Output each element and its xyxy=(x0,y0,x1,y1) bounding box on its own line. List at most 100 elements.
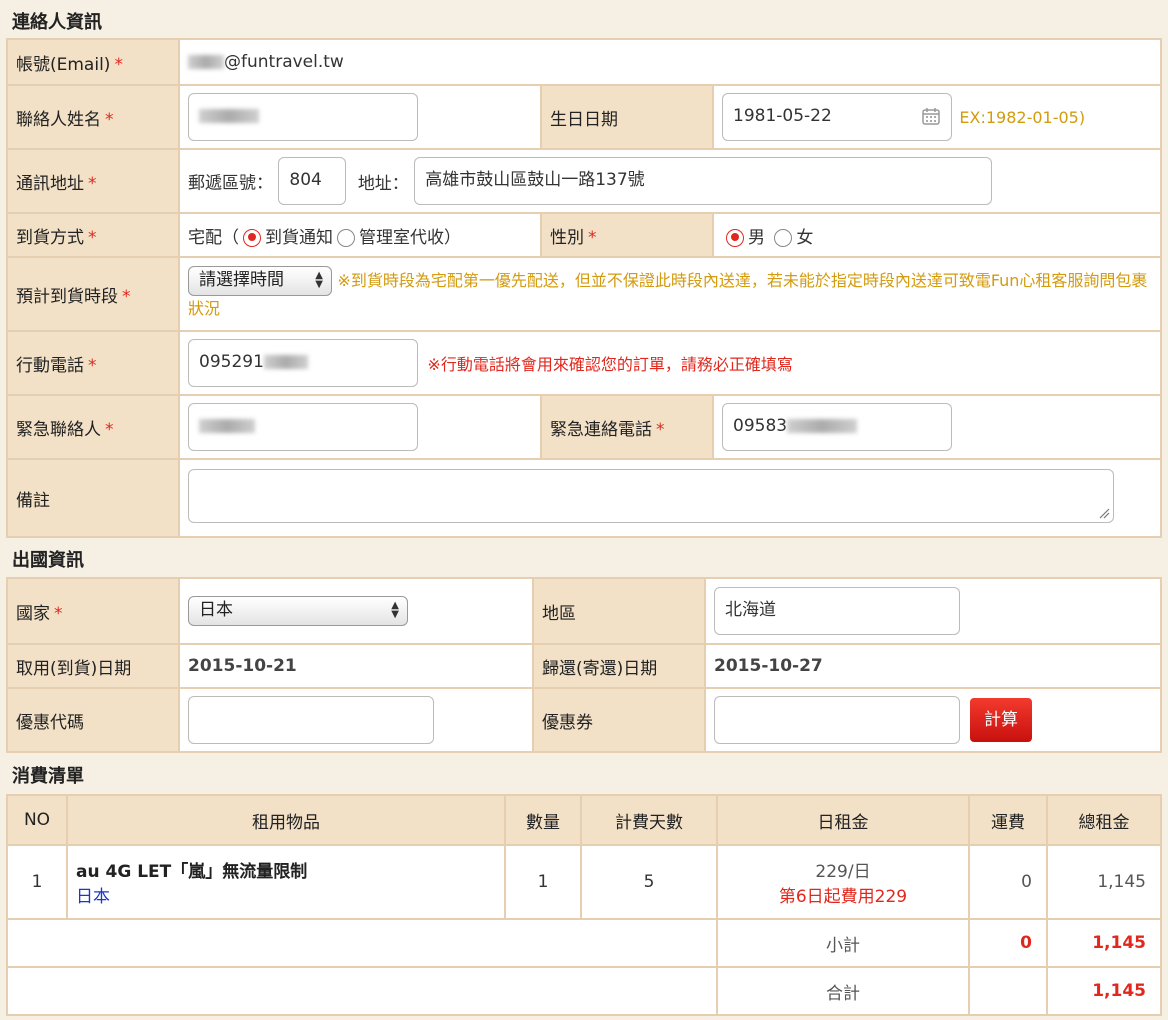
header-daily: 日租金 xyxy=(716,794,970,846)
required-mark: * xyxy=(54,603,63,624)
country-label: 國家 xyxy=(16,603,50,624)
required-mark: * xyxy=(88,355,97,376)
contact-name-input[interactable] xyxy=(188,93,418,141)
delivery-notify-radio[interactable] xyxy=(243,228,261,247)
grand-total-row: 合計 1,145 xyxy=(6,966,1162,1016)
masked-text xyxy=(188,55,224,69)
row-no: 1 xyxy=(6,844,68,920)
travel-section-title: 出國資訊 xyxy=(12,550,84,571)
emergency-phone-value: 09583 xyxy=(733,416,788,436)
address-input[interactable]: 高雄市鼓山區鼓山一路137號 xyxy=(414,157,993,205)
delivery-value-cell: 宅配（ 到貨通知 管理室代收） xyxy=(178,212,542,258)
travel-form-table: 國家 * 日本 ▲ ▼ 地區 北海道 取用(到貨)日期 2015-10-21 歸還(寄… xyxy=(6,577,1162,753)
row-daily-note: 第6日起費用229 xyxy=(778,887,908,907)
gender-female-radio[interactable] xyxy=(774,228,793,247)
required-mark: * xyxy=(105,109,114,130)
required-mark: * xyxy=(122,286,131,307)
contact-section-title: 連絡人資訊 xyxy=(12,12,102,33)
gender-male-label[interactable]: 男 xyxy=(748,228,765,248)
row-qty: 1 xyxy=(504,844,582,920)
address-label-cell: 通訊地址 * xyxy=(6,148,180,214)
required-mark: * xyxy=(105,419,114,440)
mobile-value: 095291 xyxy=(199,352,264,372)
header-days: 計費天數 xyxy=(580,794,718,846)
emergency-phone-label: 緊急連絡電話 xyxy=(550,419,652,440)
row-item-name: au 4G LET「嵐」無流量限制 xyxy=(76,862,308,882)
timeslot-select-value: 請選擇時間 xyxy=(199,270,284,290)
country-value-cell: 日本 ▲ ▼ xyxy=(178,577,534,645)
return-date-value: 2015-10-27 xyxy=(714,656,823,676)
address-label: 通訊地址 xyxy=(16,173,84,194)
birthday-label: 生日日期 xyxy=(550,109,618,130)
delivery-label-cell: 到貨方式 * xyxy=(6,212,180,258)
promo-label-cell: 優惠代碼 xyxy=(6,687,180,753)
zip-label: 郵遞區號： xyxy=(188,173,273,194)
email-label: 帳號(Email) xyxy=(16,54,111,75)
calculate-button[interactable]: 計算 xyxy=(970,698,1032,742)
delivery-notify-label[interactable]: 到貨通知 xyxy=(265,228,333,248)
birthday-value: 1981-05-22 xyxy=(733,106,832,126)
emergency-label-cell: 緊急聯絡人 * xyxy=(6,394,180,460)
emergency-contact-input[interactable] xyxy=(188,403,418,451)
emergency-phone-label-cell: 緊急連絡電話 * xyxy=(540,394,714,460)
email-value: @funtravel.tw xyxy=(224,52,344,72)
birthday-input[interactable]: 1981-05-22 xyxy=(722,93,952,141)
select-arrows-icon: ▲ ▼ xyxy=(391,600,399,620)
emergency-value-cell xyxy=(178,394,542,460)
resize-grip-icon[interactable] xyxy=(1098,507,1110,519)
masked-text xyxy=(199,109,259,123)
delivery-prefix: 宅配（ xyxy=(188,227,239,248)
addr-label: 地址： xyxy=(357,173,409,194)
address-value-cell: 郵遞區號： 804 地址： 高雄市鼓山區鼓山一路137號 xyxy=(178,148,1162,214)
delivery-label: 到貨方式 xyxy=(16,227,84,248)
order-section-title: 消費清單 xyxy=(12,766,84,787)
row-item-cell: au 4G LET「嵐」無流量限制 日本 xyxy=(66,844,506,920)
row-daily-rate: 229/日 xyxy=(815,862,871,882)
name-label: 聯絡人姓名 xyxy=(16,109,101,130)
row-total: 1,145 xyxy=(1046,844,1162,920)
gender-male-radio[interactable] xyxy=(726,228,744,247)
promo-code-input[interactable] xyxy=(188,696,434,744)
pickup-value-cell: 2015-10-21 xyxy=(178,643,534,689)
header-shipping: 運費 xyxy=(968,794,1048,846)
grand-empty-cell xyxy=(6,966,718,1016)
delivery-concierge-label[interactable]: 管理室代收） xyxy=(359,228,461,248)
region-input[interactable]: 北海道 xyxy=(714,587,960,635)
promo-value-cell xyxy=(178,687,534,753)
pickup-label-cell: 取用(到貨)日期 xyxy=(6,643,180,689)
header-no: NO xyxy=(6,794,68,846)
required-mark: * xyxy=(88,227,97,248)
required-mark: * xyxy=(88,173,97,194)
subtotal-empty-cell xyxy=(6,918,718,968)
email-label-cell: 帳號(Email) * xyxy=(6,38,180,86)
select-arrows-icon: ▲ ▼ xyxy=(315,270,323,290)
zip-value: 804 xyxy=(289,170,322,190)
order-header-row: NO 租用物品 數量 計費天數 日租金 運費 總租金 xyxy=(6,794,1162,846)
row-days: 5 xyxy=(580,844,718,920)
country-select-value: 日本 xyxy=(199,600,233,620)
country-select[interactable]: 日本 ▲ ▼ xyxy=(188,596,408,626)
masked-text xyxy=(199,419,255,433)
coupon-input[interactable] xyxy=(714,696,960,744)
mobile-input[interactable]: 095291 xyxy=(188,339,418,387)
grand-shipping-cell xyxy=(968,966,1048,1016)
header-qty: 數量 xyxy=(504,794,582,846)
pickup-date-value: 2015-10-21 xyxy=(188,656,297,676)
order-table: NO 租用物品 數量 計費天數 日租金 運費 總租金 1 au 4G LET「嵐… xyxy=(6,794,1162,1016)
timeslot-label: 預計到貨時段 xyxy=(16,286,118,307)
timeslot-select[interactable]: 請選擇時間 ▲ ▼ xyxy=(188,266,332,296)
timeslot-label-cell: 預計到貨時段 * xyxy=(6,256,180,332)
mobile-note: ※行動電話將會用來確認您的訂單，請務必正確填寫 xyxy=(427,355,793,374)
delivery-concierge-radio[interactable] xyxy=(337,228,355,247)
return-label-cell: 歸還(寄還)日期 xyxy=(532,643,706,689)
remark-textarea[interactable] xyxy=(188,468,1114,523)
subtotal-total: 1,145 xyxy=(1046,918,1162,968)
region-value: 北海道 xyxy=(725,600,776,620)
mobile-value-cell: 095291 ※行動電話將會用來確認您的訂單，請務必正確填寫 xyxy=(178,330,1162,396)
zip-input[interactable]: 804 xyxy=(278,157,347,205)
calendar-icon[interactable] xyxy=(921,106,941,126)
remark-label: 備註 xyxy=(16,490,50,511)
emergency-phone-input[interactable]: 09583 xyxy=(722,403,952,451)
gender-female-label[interactable]: 女 xyxy=(796,228,813,248)
email-value-cell: @funtravel.tw xyxy=(178,38,1162,86)
